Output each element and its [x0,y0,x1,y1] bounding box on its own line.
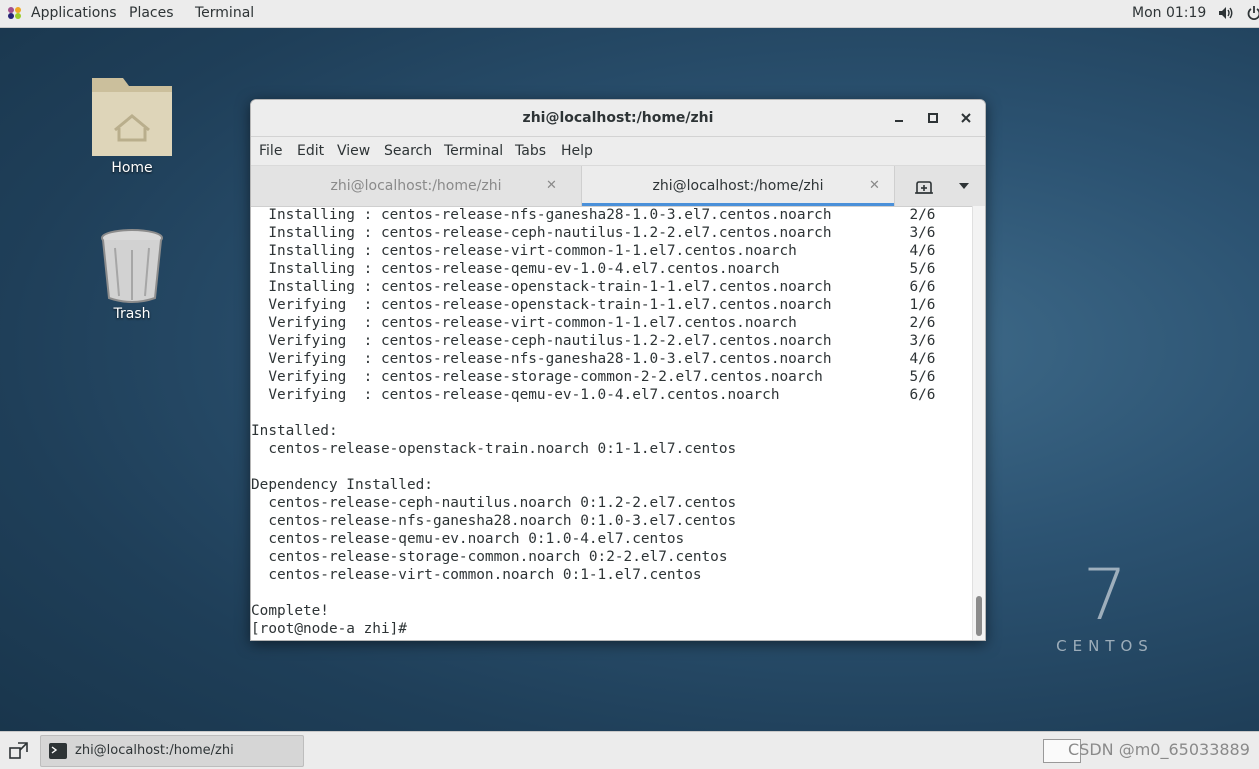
terminal-line: Verifying : centos-release-storage-commo… [251,369,936,385]
terminal-line: centos-release-storage-common.noarch 0:2… [251,549,728,565]
terminal-line: centos-release-ceph-nautilus.noarch 0:1.… [251,495,737,511]
terminal-line: [root@node-a zhi]# [251,621,416,637]
scrollbar[interactable] [972,206,985,640]
tab-bar: zhi@localhost:/home/zhi ✕ zhi@localhost:… [251,166,985,207]
clock[interactable]: Mon 01:19 [1132,0,1206,27]
terminal-output[interactable]: Installing : centos-release-nfs-ganesha2… [251,206,973,640]
taskbar-terminal-label: zhi@localhost:/home/zhi [75,743,234,758]
bottom-panel: zhi@localhost:/home/zhi CSDN @m0_6503388… [0,731,1259,769]
places-menu[interactable]: Places [129,0,174,27]
new-tab-icon[interactable] [915,178,933,194]
desktop-trash-icon[interactable]: Trash [87,228,177,322]
terminal-line: Installing : centos-release-virt-common-… [251,243,936,259]
terminal-line: Verifying : centos-release-nfs-ganesha28… [251,351,936,367]
terminal-line: Installing : centos-release-nfs-ganesha2… [251,207,936,223]
close-icon[interactable] [957,109,975,127]
window-titlebar[interactable]: zhi@localhost:/home/zhi [251,100,985,137]
menu-search[interactable]: Search [384,137,432,165]
maximize-icon[interactable] [924,109,942,127]
centos-logo: 7 CENTOS [1055,555,1155,655]
top-panel: Applications Places Terminal Mon 01:19 [0,0,1259,28]
applications-menu-icon[interactable] [7,6,23,20]
terminal-line: Installing : centos-release-qemu-ev-1.0-… [251,261,936,277]
tab-1[interactable]: zhi@localhost:/home/zhi ✕ [251,166,581,206]
show-desktop-icon[interactable] [9,741,29,759]
terminal-line: Verifying : centos-release-qemu-ev-1.0-4… [251,387,936,403]
chevron-down-icon[interactable] [959,182,969,190]
menu-bar: File Edit View Search Terminal Tabs Help [251,137,985,166]
volume-icon[interactable] [1218,6,1234,20]
terminal-line: Installing : centos-release-openstack-tr… [251,279,936,295]
scrollbar-thumb[interactable] [976,596,982,636]
terminal-line: centos-release-qemu-ev.noarch 0:1.0-4.el… [251,531,685,547]
menu-tabs[interactable]: Tabs [515,137,546,165]
power-icon[interactable] [1247,5,1259,21]
tab-2-label: zhi@localhost:/home/zhi [652,178,824,194]
terminal-line: Installing : centos-release-ceph-nautilu… [251,225,936,241]
applications-menu[interactable]: Applications [31,0,117,27]
terminal-line: Verifying : centos-release-ceph-nautilus… [251,333,936,349]
terminal-line: centos-release-openstack-train.noarch 0:… [251,441,737,457]
terminal-icon [49,743,67,759]
tab-2-close-icon[interactable]: ✕ [869,166,880,206]
terminal-line: Verifying : centos-release-openstack-tra… [251,297,936,313]
tab-1-close-icon[interactable]: ✕ [546,166,557,206]
centos-version-number: 7 [1082,554,1128,636]
tab-1-label: zhi@localhost:/home/zhi [330,178,502,194]
window-title: zhi@localhost:/home/zhi [522,110,714,126]
terminal-line: Complete! [251,603,329,619]
centos-wordmark: CENTOS [1056,637,1154,655]
terminal-line: Verifying : centos-release-virt-common-1… [251,315,936,331]
terminal-app-menu[interactable]: Terminal [195,0,254,27]
watermark: CSDN @m0_65033889 [1068,740,1250,759]
minimize-icon[interactable] [890,109,908,127]
home-label: Home [111,160,153,176]
menu-edit[interactable]: Edit [297,137,324,165]
terminal-window: zhi@localhost:/home/zhi File Edit View S… [250,99,986,641]
menu-terminal[interactable]: Terminal [444,137,503,165]
terminal-line: Installed: [251,423,338,439]
tab-2[interactable]: zhi@localhost:/home/zhi ✕ [581,166,895,206]
terminal-line: Dependency Installed: [251,477,433,493]
terminal-line: centos-release-nfs-ganesha28.noarch 0:1.… [251,513,737,529]
menu-view[interactable]: View [337,137,370,165]
menu-help[interactable]: Help [561,137,593,165]
trash-can-icon [101,229,163,303]
terminal-line: centos-release-virt-common.noarch 0:1-1.… [251,567,702,583]
desktop-home-icon[interactable]: Home [87,74,177,176]
menu-file[interactable]: File [259,137,282,165]
trash-label: Trash [113,306,151,322]
taskbar-terminal-button[interactable]: zhi@localhost:/home/zhi [40,735,304,767]
home-folder-icon [92,78,172,156]
